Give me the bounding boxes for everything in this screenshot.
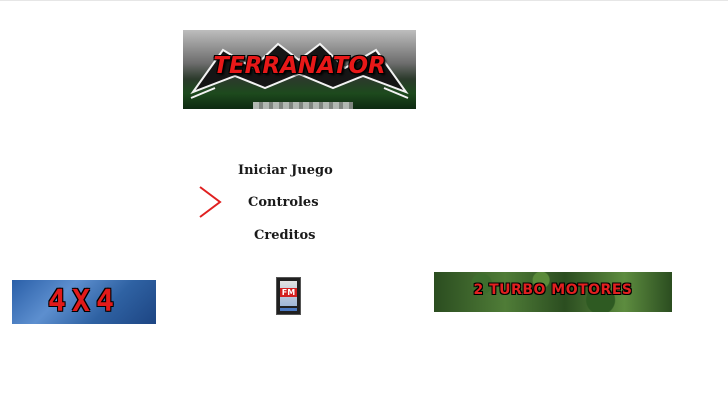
menu-item-controls[interactable]: Controles (248, 195, 319, 210)
four-by-four-label: 4X4 (47, 284, 121, 319)
menu-item-credits[interactable]: Creditos (254, 228, 316, 243)
fm-label: FM (280, 288, 297, 297)
four-by-four-badge: 4X4 (12, 280, 156, 324)
turbo-motors-banner: 2 TURBO MOTORES (434, 272, 672, 312)
turbo-motors-label: 2 TURBO MOTORES (473, 282, 633, 298)
radio-base (280, 308, 297, 311)
menu-cursor-chevron-icon (199, 186, 222, 218)
game-title-logo: TERRANATOR (183, 30, 416, 109)
radio-screen: FM (280, 281, 297, 306)
logo-trim (253, 102, 353, 109)
logo-title-text: TERRANATOR (213, 53, 386, 79)
top-divider (0, 0, 728, 1)
menu-item-start-game[interactable]: Iniciar Juego (238, 163, 333, 178)
fm-radio-icon[interactable]: FM (276, 277, 301, 315)
